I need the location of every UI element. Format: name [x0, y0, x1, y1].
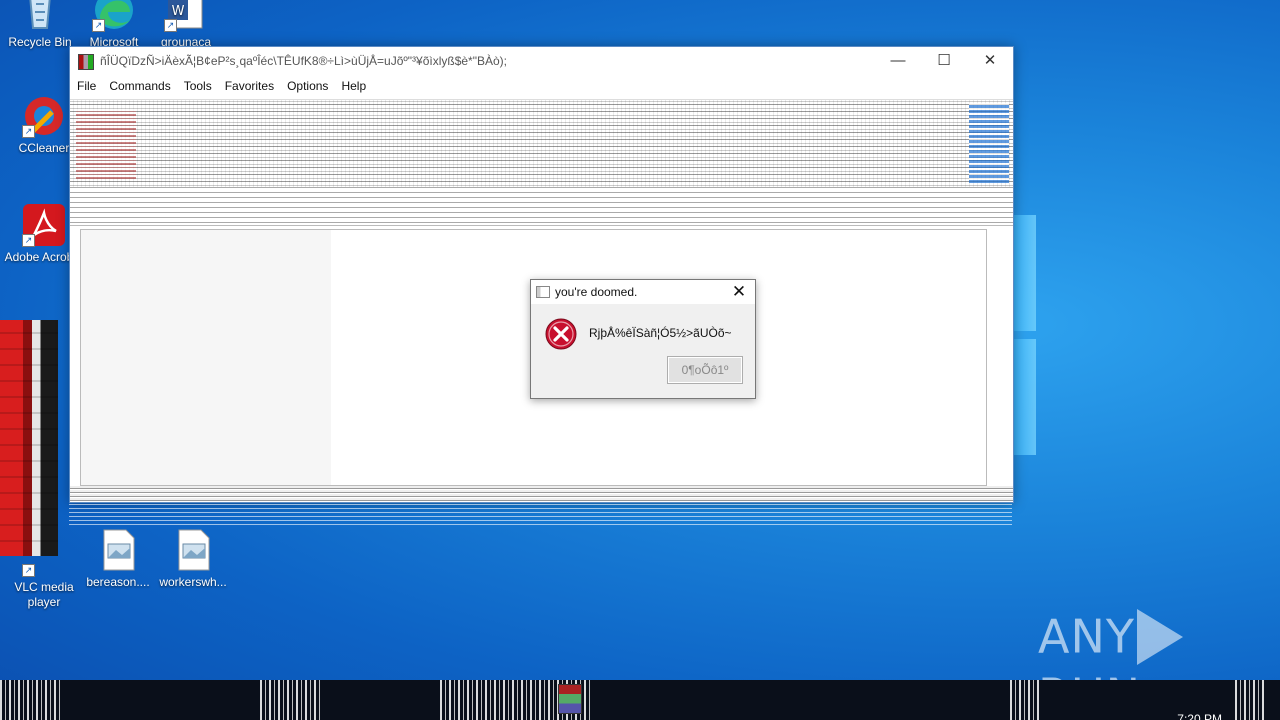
taskbar-glitch-artifact — [0, 680, 60, 720]
menu-tools[interactable]: Tools — [177, 75, 218, 93]
desktop-icon-workerswh[interactable]: workerswh... — [153, 528, 233, 590]
shortcut-arrow-icon: ↗ — [22, 564, 35, 577]
acrobat-icon: ↗ — [22, 203, 66, 247]
taskbar-glitch-artifact — [1235, 680, 1265, 720]
taskbar-glitch-artifact — [260, 680, 320, 720]
desktop: Recycle Bin ↗ Microsoft W ↗ grounaca ↗ C… — [0, 0, 1280, 720]
dialog-title: you're doomed. — [555, 285, 638, 299]
shortcut-arrow-icon: ↗ — [164, 19, 177, 32]
desktop-icon-label: Recycle Bin — [8, 35, 72, 49]
window-glitch-artifact — [69, 501, 1012, 525]
dialog-titlebar[interactable]: you're doomed. ✕ — [531, 280, 755, 304]
desktop-icon-bereason[interactable]: bereason.... — [78, 528, 158, 590]
taskbar-winrar-icon[interactable] — [558, 684, 582, 714]
menu-favorites[interactable]: Favorites — [218, 75, 280, 93]
word-document-icon: W ↗ — [164, 0, 208, 32]
taskbar-glitch-artifact — [1010, 680, 1040, 720]
close-button[interactable]: ✕ — [967, 47, 1013, 75]
address-bar-glitched — [70, 187, 1013, 226]
main-window[interactable]: ñÎÜQïDzÑ>iÄèxÃ¦B¢eP²s¸qaºÎéc\TÊUfK8®÷Lì>… — [69, 46, 1014, 503]
desktop-icon-grounaca[interactable]: W ↗ grounaca — [146, 0, 226, 50]
svg-text:W: W — [172, 4, 185, 19]
desktop-icon-microsoft-edge[interactable]: ↗ Microsoft — [74, 0, 154, 50]
taskbar — [0, 680, 1280, 720]
menu-help[interactable]: Help — [334, 75, 372, 93]
shortcut-arrow-icon: ↗ — [22, 234, 35, 247]
glitch-artifact — [0, 320, 58, 556]
dialog-message: RjþÅ%êÏSàñ¦Ó5½>ãUÒõ~ — [589, 326, 732, 340]
watermark-any: ANY — [1038, 609, 1135, 664]
toolbar-glitch-artifact — [969, 103, 1009, 183]
menu-commands[interactable]: Commands — [102, 75, 176, 93]
menu-bar: File Commands Tools Favorites Options Help — [70, 75, 1013, 97]
toolbar-glitched — [70, 99, 1013, 188]
edge-icon: ↗ — [92, 0, 136, 32]
window-title: ñÎÜQïDzÑ>iÄèxÃ¦B¢eP²s¸qaºÎéc\TÊUfK8®÷Lì>… — [100, 54, 507, 68]
desktop-icon-vlc[interactable]: ↗ VLC media player — [4, 538, 84, 610]
window-titlebar[interactable]: ñÎÜQïDzÑ>iÄèxÃ¦B¢eP²s¸qaºÎéc\TÊUfK8®÷Lì>… — [70, 47, 1013, 75]
recycle-bin-icon — [18, 0, 62, 32]
shortcut-arrow-icon: ↗ — [92, 19, 105, 32]
play-icon — [1136, 608, 1183, 665]
status-bar-glitched — [70, 486, 1013, 502]
minimize-button[interactable]: — — [875, 47, 921, 75]
ok-button[interactable]: 0¶oÕô1º — [667, 356, 743, 384]
folder-tree-pane[interactable] — [81, 230, 331, 485]
toolbar-glitch-artifact — [76, 109, 136, 179]
shortcut-arrow-icon: ↗ — [22, 125, 35, 138]
image-file-icon — [96, 528, 140, 572]
desktop-icon-label: VLC media player — [14, 580, 74, 609]
desktop-icon-label: bereason.... — [86, 575, 150, 589]
error-icon — [545, 318, 577, 350]
dialog-close-button[interactable]: ✕ — [729, 281, 749, 303]
window-icon — [536, 286, 550, 298]
winrar-icon — [78, 54, 94, 70]
menu-file[interactable]: File — [70, 75, 102, 93]
desktop-icon-label: workerswh... — [159, 575, 227, 589]
error-dialog[interactable]: you're doomed. ✕ RjþÅ%êÏSàñ¦Ó5½>ãUÒõ~ 0¶… — [530, 279, 756, 399]
anyrun-watermark: ANYRUN — [1038, 606, 1238, 720]
image-file-icon — [171, 528, 215, 572]
maximize-button[interactable]: ☐ — [921, 47, 967, 75]
vlc-icon: ↗ — [22, 538, 66, 577]
taskbar-clock[interactable]: 7:20 PM — [1177, 712, 1222, 720]
menu-options[interactable]: Options — [280, 75, 334, 93]
ccleaner-icon: ↗ — [22, 94, 66, 138]
desktop-icon-recycle-bin[interactable]: Recycle Bin — [0, 0, 80, 50]
